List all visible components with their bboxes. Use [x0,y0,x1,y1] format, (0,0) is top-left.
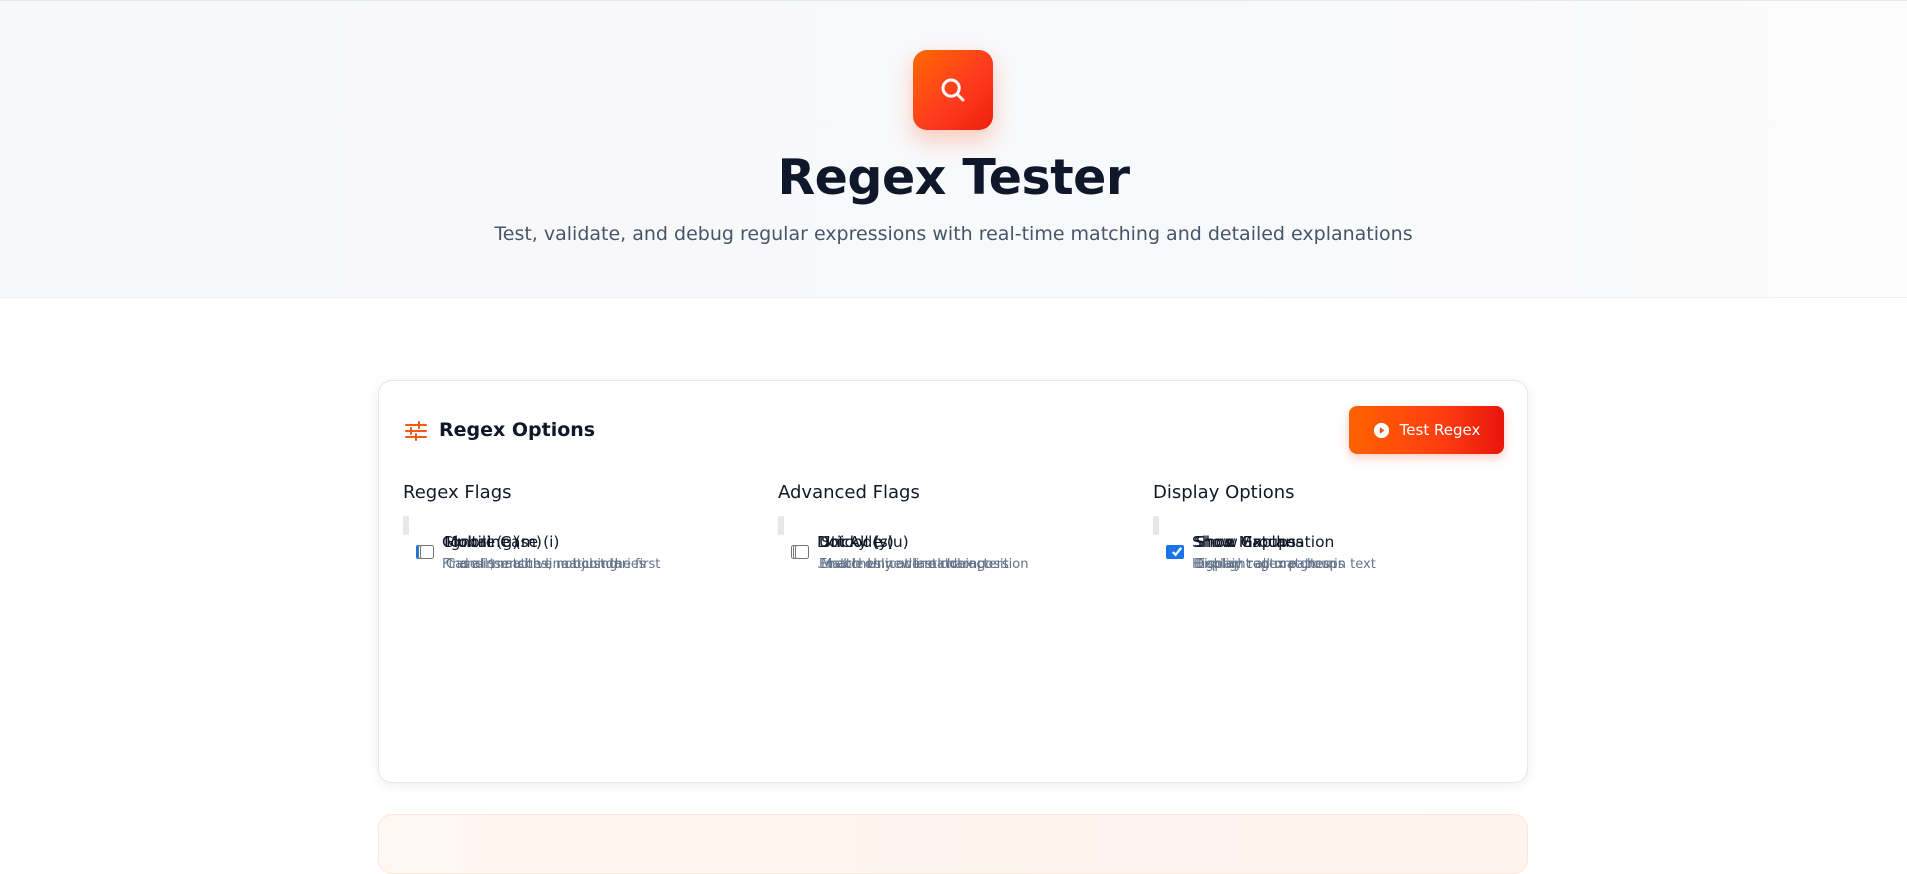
option-sticky[interactable]: Sticky (y) Match only at lastIndex posit… [782,516,1029,572]
option-ignore-case[interactable]: Ignore Case (i) Case-insensitive matchin… [407,516,618,572]
advanced-flags-heading: Advanced Flags [778,482,920,503]
sliders-icon [405,421,427,441]
option-label: Ignore Case (i) [446,533,560,551]
option-label: Sticky (y) [821,533,894,551]
regex-input-panel [378,814,1528,874]
display-options-heading: Display Options [1153,482,1295,503]
option-description: Case-insensitive matching [446,557,618,572]
show-explanation-checkbox[interactable] [1170,545,1184,559]
advanced-flags-group: Advanced Flags Dot All (s) . matches new… [778,481,1128,572]
page-header: Regex Tester Test, validate, and debug r… [0,0,1907,298]
play-circle-icon [1373,422,1389,438]
regex-flags-heading: Regex Flags [403,482,512,503]
display-options-group: Display Options Show Matches Highlight a… [1153,481,1503,572]
page-title: Regex Tester [777,149,1130,206]
option-description: Explain regex pattern [1196,557,1337,572]
app-logo [913,50,993,130]
option-show-explanation[interactable]: Show Explanation Explain regex pattern [1157,516,1336,572]
option-label: Show Explanation [1196,533,1335,551]
page-subtitle: Test, validate, and debug regular expres… [494,223,1413,245]
regex-options-panel: Regex Options Test Regex Regex Flags Glo… [378,380,1528,783]
regex-flags-group: Regex Flags Global (g) Find all matches,… [403,481,753,572]
regex-options-title: Regex Options [439,419,596,441]
ignore-case-checkbox[interactable] [420,545,434,559]
option-description: Match only at lastIndex position [821,557,1029,572]
search-icon [941,78,965,102]
test-regex-button[interactable]: Test Regex [1349,406,1504,454]
test-regex-label: Test Regex [1399,421,1481,439]
sticky-checkbox[interactable] [795,545,809,559]
